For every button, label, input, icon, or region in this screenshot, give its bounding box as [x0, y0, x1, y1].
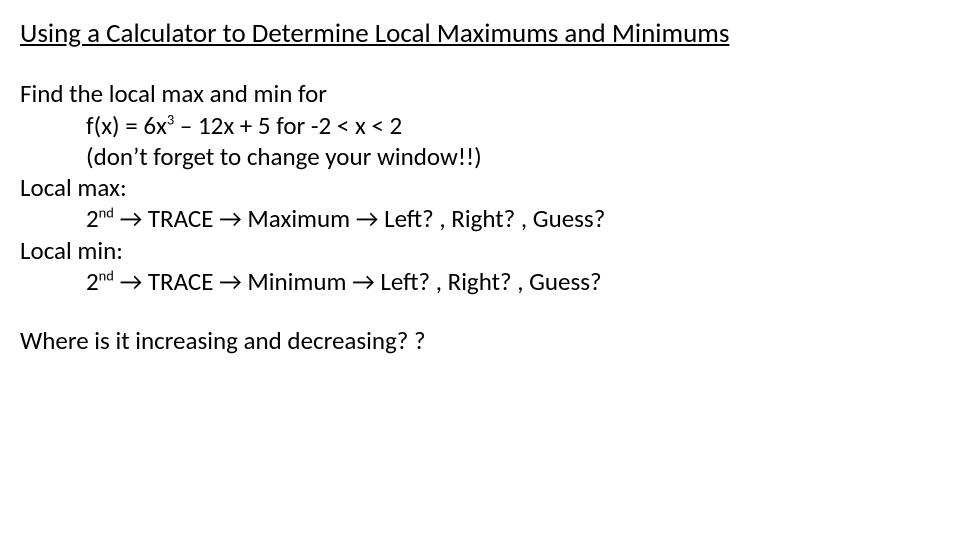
text-line: 2nd → TRACE → Maximum → Left? , Right? ,… [20, 203, 940, 234]
superscript: nd [99, 204, 114, 222]
text-fragment: f(x) = 6x [86, 110, 167, 141]
text-line: Local max: [20, 172, 940, 203]
text-fragment: → TRACE → Maximum → Left? , Right? , Gue… [114, 203, 605, 234]
text-fragment: 2 [86, 203, 99, 234]
blank-line [20, 297, 940, 325]
superscript: nd [99, 267, 114, 285]
text-fragment: – 12x + 5 for -2 < x < 2 [174, 110, 402, 141]
text-line: 2nd → TRACE → Minimum → Left? , Right? ,… [20, 266, 940, 297]
text-line: Where is it increasing and decreasing? ? [20, 325, 940, 356]
slide-body: Find the local max and min for f(x) = 6x… [20, 78, 940, 356]
text-line: f(x) = 6x3 – 12x + 5 for -2 < x < 2 [20, 110, 940, 141]
text-fragment: → TRACE → Minimum → Left? , Right? , Gue… [114, 266, 602, 297]
text-fragment: 2 [86, 266, 99, 297]
slide: Using a Calculator to Determine Local Ma… [0, 0, 960, 540]
text-line: Find the local max and min for [20, 78, 940, 109]
text-line: Local min: [20, 235, 940, 266]
text-line: (don’t forget to change your window!!) [20, 141, 940, 172]
slide-title: Using a Calculator to Determine Local Ma… [20, 18, 940, 50]
